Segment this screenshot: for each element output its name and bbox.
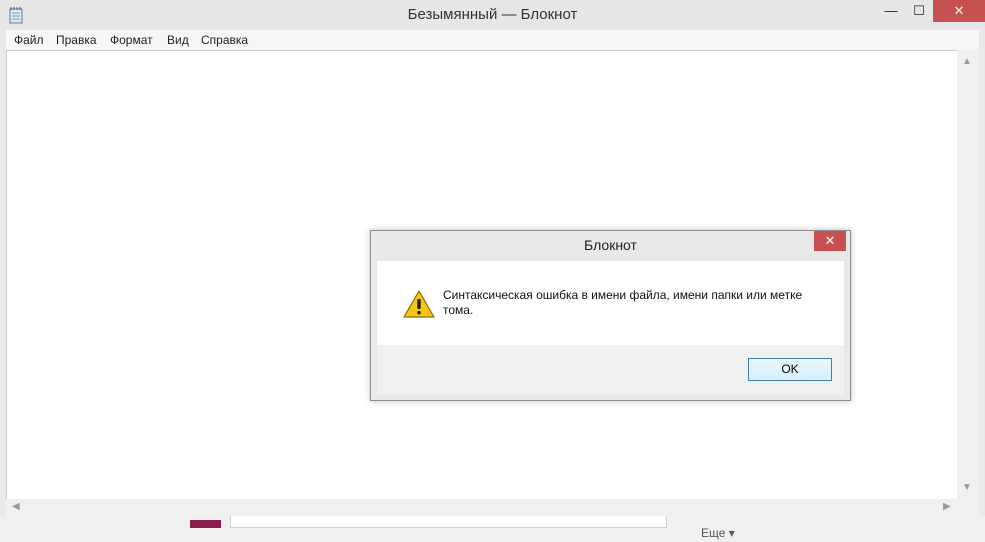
scroll-right-icon[interactable]: ▶ (943, 501, 951, 512)
minimize-button[interactable]: — (877, 0, 905, 22)
vertical-scrollbar[interactable]: ▲ ▼ (957, 50, 979, 499)
menu-file[interactable]: Файл (14, 30, 44, 50)
background-more-link[interactable]: Еще ▾ (701, 526, 735, 540)
dialog-body: Синтаксическая ошибка в имени файла, име… (377, 261, 844, 345)
notepad-window: Безымянный — Блокнот — ☐ ✕ Файл Правка Ф… (0, 0, 985, 542)
menu-format[interactable]: Формат (110, 30, 153, 50)
menu-bar: Файл Правка Формат Вид Справка (6, 30, 979, 50)
horizontal-scrollbar[interactable]: ◀ ▶ (6, 499, 957, 516)
dialog-close-button[interactable]: ✕ (814, 231, 846, 251)
close-button[interactable]: ✕ (933, 0, 985, 22)
dialog-message: Синтаксическая ошибка в имени файла, име… (443, 288, 803, 317)
scroll-left-icon[interactable]: ◀ (12, 501, 20, 512)
menu-help[interactable]: Справка (201, 30, 248, 50)
menu-edit[interactable]: Правка (56, 30, 97, 50)
scroll-corner (957, 499, 979, 516)
ok-button[interactable]: OK (748, 358, 832, 381)
title-bar[interactable]: Безымянный — Блокнот — ☐ ✕ (0, 0, 985, 30)
menu-view[interactable]: Вид (167, 30, 189, 50)
warning-icon (403, 290, 435, 318)
dialog-title: Блокнот (584, 237, 637, 253)
dialog-footer: OK (377, 345, 844, 395)
error-dialog: Блокнот ✕ Синтаксическая ошибка в имени … (370, 230, 851, 401)
scroll-down-icon[interactable]: ▼ (962, 482, 972, 493)
background-thumbnail (190, 520, 221, 528)
background-input (230, 516, 667, 528)
window-title: Безымянный — Блокнот (407, 6, 578, 23)
maximize-button[interactable]: ☐ (905, 0, 933, 22)
scroll-up-icon[interactable]: ▲ (962, 56, 972, 67)
